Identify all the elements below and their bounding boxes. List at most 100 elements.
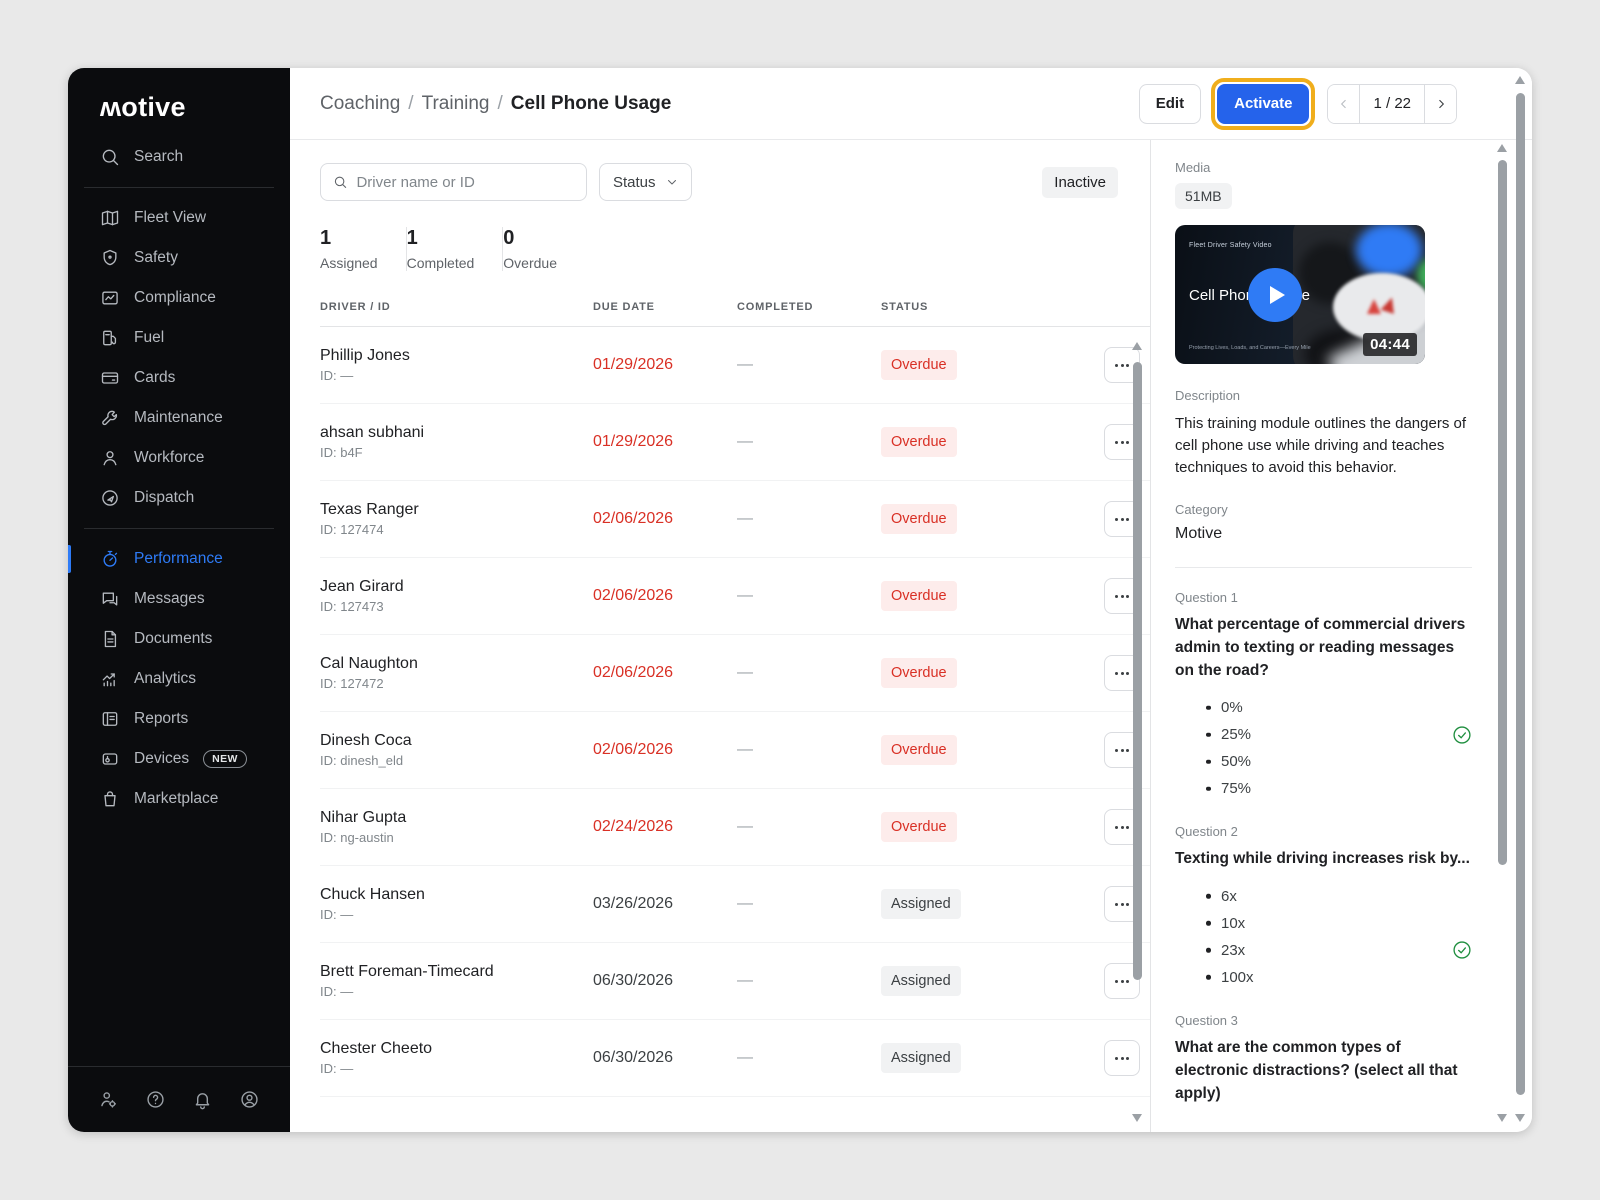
status-filter-label: Status [613, 173, 656, 191]
status-filter-dropdown[interactable]: Status [599, 163, 692, 201]
play-button[interactable] [1248, 267, 1302, 322]
driver-name: Phillip Jones [320, 347, 410, 364]
panel-scrollbar-thumb[interactable] [1498, 160, 1507, 865]
sidebar-item-messages[interactable]: Messages [68, 579, 290, 619]
answer-options: 6x 10x 23x 100x [1175, 883, 1472, 991]
stopwatch-icon [103, 550, 118, 567]
prev-page-button[interactable] [1328, 84, 1360, 123]
sidebar-item-maintenance[interactable]: Maintenance [68, 398, 290, 438]
search-icon [334, 176, 347, 188]
answer-option: 75% [1175, 775, 1472, 802]
completed-value: — [737, 356, 753, 373]
map-icon [101, 210, 119, 226]
sidebar-item-label: Fuel [134, 329, 165, 346]
question-label: Question 3 [1175, 1012, 1238, 1028]
sidebar-item-cards[interactable]: Cards [68, 358, 290, 398]
sidebar-item-label: Compliance [134, 289, 216, 306]
admin-user-icon[interactable] [98, 1089, 119, 1110]
due-date: 02/24/2026 [593, 818, 674, 835]
sidebar-item-label: Analytics [134, 670, 197, 687]
breadcrumb-coaching[interactable]: Coaching [320, 93, 400, 115]
sidebar-item-label: Cards [134, 369, 176, 386]
search-input[interactable] [356, 173, 574, 191]
sidebar-item-performance[interactable]: Performance [68, 539, 290, 579]
table-scroll-down-arrow[interactable] [1132, 1114, 1142, 1122]
compliance-icon [102, 291, 118, 305]
person-icon [103, 451, 117, 466]
play-icon [1269, 285, 1285, 304]
account-icon[interactable] [239, 1089, 260, 1110]
inactive-state-badge: Inactive [1042, 166, 1118, 198]
table-row[interactable]: Brett Foreman-Timecard ID: — 06/30/2026 —… [320, 943, 1150, 1020]
sidebar-item-reports[interactable]: Reports [68, 699, 290, 739]
edit-button[interactable]: Edit [1138, 83, 1202, 124]
sidebar-item-analytics[interactable]: Analytics [68, 659, 290, 699]
table-row[interactable]: Chuck Hansen ID: — 03/26/2026 — Assigned [320, 866, 1150, 943]
breadcrumb-training[interactable]: Training [422, 93, 490, 115]
bell-icon[interactable] [192, 1089, 213, 1110]
table-row[interactable]: Chester Cheeto ID: — 06/30/2026 — Assigne… [320, 1020, 1150, 1097]
sidebar-footer [68, 1066, 290, 1132]
chevron-down-icon [667, 180, 676, 185]
report-icon [102, 712, 118, 726]
sidebar-item-label: Maintenance [134, 409, 223, 426]
answer-text: 0% [1221, 699, 1243, 717]
window-scroll-up-arrow[interactable] [1515, 76, 1525, 84]
sidebar-item-search[interactable]: Search [68, 137, 290, 177]
status-badge: Assigned [881, 1043, 961, 1073]
sidebar-item-fleet-view[interactable]: Fleet View [68, 198, 290, 238]
sidebar: ʍotive Search Fleet View Safety Complian… [68, 68, 290, 1132]
sidebar-item-label: Search [134, 148, 184, 165]
analytics-icon [102, 673, 115, 687]
due-date: 02/06/2026 [593, 587, 674, 604]
sidebar-item-fuel[interactable]: Fuel [68, 318, 290, 358]
panel-scroll-down-arrow[interactable] [1497, 1114, 1507, 1122]
table-scroll-up-arrow[interactable] [1132, 342, 1142, 350]
sidebar-item-workforce[interactable]: Workforce [68, 438, 290, 478]
driver-search-field[interactable] [320, 163, 587, 201]
window-scrollbar-thumb[interactable] [1516, 93, 1525, 1095]
sidebar-item-label: Devices [134, 750, 190, 767]
question-text: What are the common types of electronic … [1175, 1038, 1458, 1103]
driver-name: Chuck Hansen [320, 886, 425, 903]
table-row[interactable]: Nihar Gupta ID: ng-austin 02/24/2026 — Ov… [320, 789, 1150, 866]
window-scroll-down-arrow[interactable] [1515, 1114, 1525, 1122]
summary-stats: 1 Assigned 1 Completed 0 Overdue [320, 227, 1150, 271]
due-date: 01/29/2026 [593, 433, 674, 450]
table-row[interactable]: Dinesh Coca ID: dinesh_eld 02/06/2026 — O… [320, 712, 1150, 789]
help-icon[interactable] [145, 1089, 166, 1110]
question-label: Question 1 [1175, 589, 1238, 605]
table-row[interactable]: Phillip Jones ID: — 01/29/2026 — Overdue [320, 327, 1150, 404]
sidebar-item-documents[interactable]: Documents [68, 619, 290, 659]
sidebar-item-compliance[interactable]: Compliance [68, 278, 290, 318]
activate-button[interactable]: Activate [1217, 83, 1310, 124]
status-badge: Overdue [881, 658, 957, 688]
sidebar-item-dispatch[interactable]: Dispatch [68, 478, 290, 518]
sidebar-item-marketplace[interactable]: Marketplace [68, 779, 290, 819]
due-date: 02/06/2026 [593, 510, 674, 527]
stat-overdue: 0 Overdue [503, 227, 585, 271]
panel-scroll-up-arrow[interactable] [1497, 144, 1507, 152]
answer-text: 6x [1221, 887, 1237, 905]
row-actions-button[interactable] [1104, 1040, 1140, 1076]
video-thumbnail[interactable]: Fleet Driver Safety Video Cell Phone Usa… [1175, 225, 1425, 364]
driver-id: ID: — [320, 368, 354, 383]
sidebar-item-devices[interactable]: Devices NEW [68, 739, 290, 779]
table-scrollbar-thumb[interactable] [1133, 362, 1142, 980]
answer-option: 10x [1175, 910, 1472, 937]
sidebar-divider [84, 187, 274, 188]
table-row[interactable]: ahsan subhani ID: b4F 01/29/2026 — Overdu… [320, 404, 1150, 481]
header-actions: Edit Activate 1 / 22 [1138, 77, 1457, 130]
due-date: 01/29/2026 [593, 356, 674, 373]
next-page-button[interactable] [1425, 84, 1456, 123]
sidebar-item-safety[interactable]: Safety [68, 238, 290, 278]
completed-value: — [737, 664, 753, 681]
table-row[interactable]: Cal Naughton ID: 127472 02/06/2026 — Over… [320, 635, 1150, 712]
media-label: Media [1175, 160, 1211, 175]
due-date: 06/30/2026 [593, 972, 674, 989]
sidebar-item-label: Messages [134, 590, 205, 607]
due-date: 02/06/2026 [593, 664, 674, 681]
sidebar-item-label: Performance [134, 550, 223, 567]
table-row[interactable]: Texas Ranger ID: 127474 02/06/2026 — Over… [320, 481, 1150, 558]
table-row[interactable]: Jean Girard ID: 127473 02/06/2026 — Overd… [320, 558, 1150, 635]
